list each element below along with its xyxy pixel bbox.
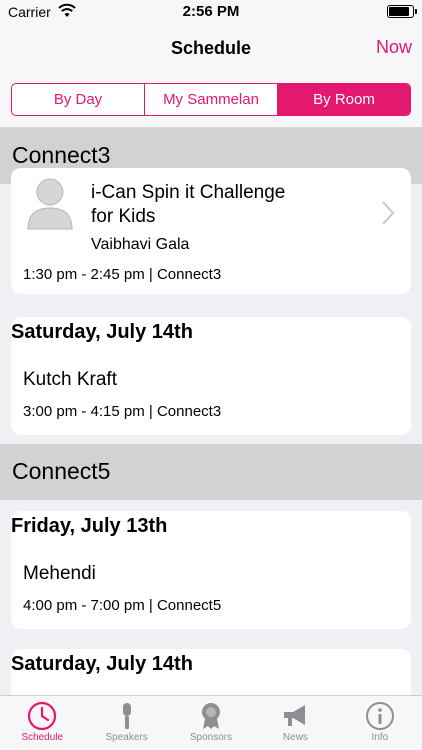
view-mode-segmented-control: By Day My Sammelan By Room — [11, 83, 411, 116]
session-time: 3:00 pm - 4:15 pm | Connect3 — [23, 403, 222, 420]
session-time: 1:30 pm - 2:45 pm | Connect3 — [23, 266, 222, 283]
session-card[interactable]: Saturday, July 14th Kutch Kraft 3:00 pm … — [11, 317, 411, 435]
room-header-connect5: Connect5 — [0, 444, 422, 500]
schedule-list[interactable]: Connect3 i-Can Spin it Challenge for Kid… — [0, 128, 422, 695]
navigation-bar: Schedule Now — [0, 24, 422, 72]
session-card[interactable]: Saturday, July 14th — [11, 649, 411, 695]
tab-speakers[interactable]: Speakers — [84, 696, 168, 750]
segment-my-sammelan[interactable]: My Sammelan — [145, 84, 278, 115]
page-title: Schedule — [170, 38, 252, 58]
chevron-right-icon — [382, 201, 395, 225]
speaker-name: Vaibhavi Gala — [91, 236, 190, 253]
tab-bar: Schedule Speakers Sponsors News Info — [0, 695, 422, 750]
tab-schedule[interactable]: Schedule — [0, 696, 84, 750]
session-day: Saturday, July 14th — [11, 653, 193, 675]
tab-news[interactable]: News — [253, 696, 337, 750]
session-title: Kutch Kraft — [23, 369, 117, 390]
session-title: i-Can Spin it Challenge — [91, 182, 286, 203]
session-title-line2: for Kids — [91, 206, 156, 227]
now-button[interactable]: Now — [376, 37, 412, 58]
info-icon — [365, 702, 394, 730]
award-ribbon-icon — [202, 703, 221, 729]
battery-icon — [387, 5, 417, 18]
clock-time: 2:56 PM — [182, 3, 240, 20]
session-card[interactable]: Friday, July 13th Mehendi 4:00 pm - 7:00… — [11, 511, 411, 629]
tab-label: Info — [371, 732, 389, 743]
status-bar: Carrier 2:56 PM — [0, 0, 422, 24]
session-title: Mehendi — [23, 563, 96, 584]
speaker-avatar-placeholder-icon — [27, 178, 73, 230]
tab-sponsors[interactable]: Sponsors — [169, 696, 253, 750]
segment-by-day[interactable]: By Day — [12, 84, 145, 115]
session-card[interactable]: i-Can Spin it Challenge for Kids Vaibhav… — [11, 168, 411, 294]
segment-by-room[interactable]: By Room — [278, 84, 410, 115]
session-time: 4:00 pm - 7:00 pm | Connect5 — [23, 597, 222, 614]
tab-label: Sponsors — [189, 732, 233, 743]
tab-label: News — [282, 732, 308, 743]
tab-label: Speakers — [105, 732, 148, 743]
megaphone-icon — [284, 705, 306, 726]
tab-info[interactable]: Info — [338, 696, 422, 750]
session-day: Friday, July 13th — [11, 515, 168, 537]
clock-icon — [28, 701, 57, 731]
segment-container: By Day My Sammelan By Room — [0, 72, 422, 128]
room-name: Connect3 — [12, 142, 111, 168]
session-day: Saturday, July 14th — [11, 321, 193, 343]
room-name: Connect5 — [12, 458, 111, 484]
microphone-icon — [122, 703, 131, 729]
tab-label: Schedule — [21, 732, 64, 743]
